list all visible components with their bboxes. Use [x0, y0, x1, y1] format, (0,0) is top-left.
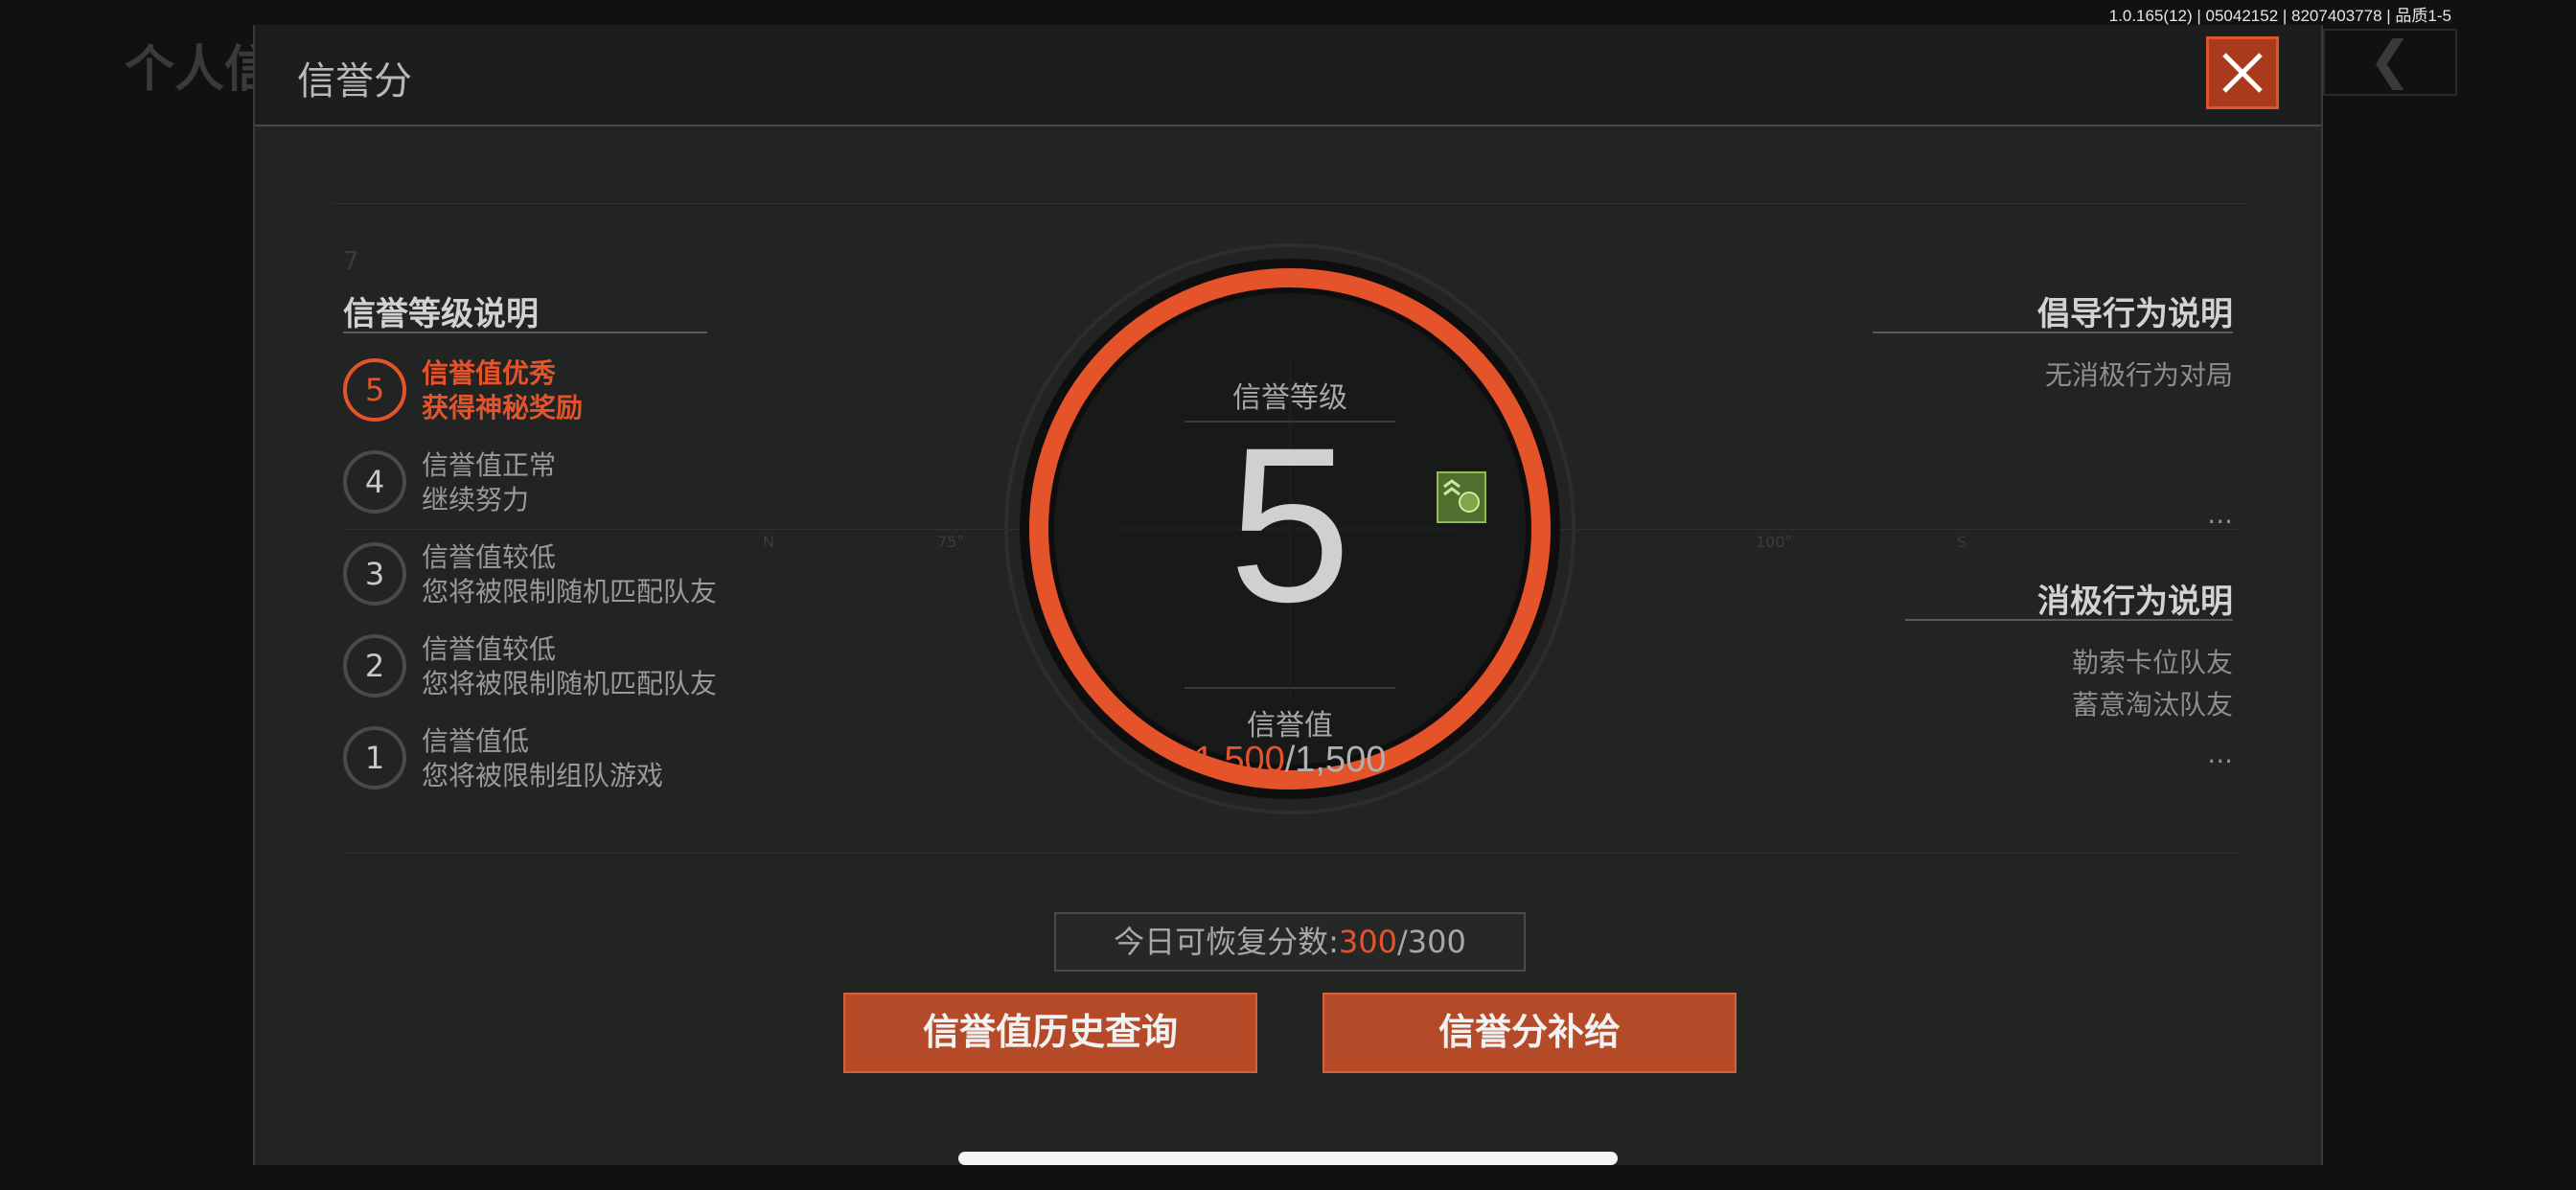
daily-recover-box: 今日可恢复分数:300/300	[1054, 912, 1526, 972]
score-current: 1,500	[1193, 740, 1285, 780]
level-item-3: 3 信誉值较低 您将被限制随机匹配队友	[343, 537, 841, 613]
level-title: 信誉值低	[422, 725, 530, 757]
score-label: 信誉值	[1247, 709, 1333, 743]
home-indicator[interactable]	[958, 1152, 1618, 1165]
level-description-heading: 信誉等级说明	[343, 295, 539, 333]
reputation-gauge: 信誉等级 5 信誉值 1,500/1,500	[1002, 241, 1577, 816]
level-item-1: 1 信誉值低 您将被限制组队游戏	[343, 721, 841, 797]
level-desc: 您将被限制随机匹配队友	[422, 576, 718, 607]
decor-number: 7	[343, 247, 359, 276]
negative-item: 蓄意淘汰队友	[2071, 689, 2233, 721]
level-ring: 5	[343, 358, 406, 422]
level-desc: 您将被限制随机匹配队友	[422, 668, 718, 699]
history-query-button[interactable]: 信誉值历史查询	[843, 993, 1257, 1073]
heading-divider	[1873, 332, 2233, 333]
score-max: /1,500	[1284, 740, 1387, 780]
recover-max: /300	[1397, 924, 1466, 960]
level-ring: 2	[343, 634, 406, 698]
score-value: 1,500/1,500	[1002, 740, 1577, 781]
dialog-header: 信誉分	[255, 25, 2321, 126]
decor-tick: S	[1957, 533, 1967, 551]
level-ring: 1	[343, 726, 406, 790]
heading-divider	[1905, 619, 2233, 621]
level-desc: 继续努力	[422, 484, 530, 515]
advocated-more[interactable]: ...	[2207, 498, 2233, 530]
background-back-button: ❮	[2323, 29, 2457, 96]
background-title: 个人信	[125, 41, 275, 99]
rank-badge-icon	[1437, 471, 1486, 523]
recover-label: 今日可恢复分数:	[1114, 924, 1339, 960]
negative-item: 勒索卡位队友	[2071, 647, 2233, 678]
negative-heading: 消极行为说明	[2037, 583, 2233, 621]
level-ring: 3	[343, 542, 406, 606]
decor-line	[343, 853, 2241, 854]
level-title: 信誉值正常	[422, 449, 557, 481]
level-desc: 您将被限制组队游戏	[422, 760, 664, 791]
close-button[interactable]	[2206, 36, 2279, 109]
reputation-dialog: 信誉分 N 75° 100° S 7 信誉等级说明 5 信誉值优秀 获得神秘奖励…	[253, 25, 2323, 1165]
close-icon	[2222, 53, 2263, 93]
dialog-title: 信誉分	[297, 59, 412, 103]
level-item-4: 4 信誉值正常 继续努力	[343, 445, 841, 521]
score-supply-button[interactable]: 信誉分补给	[1322, 993, 1736, 1073]
version-info: 1.0.165(12) | 05042152 | 8207403778 | 品质…	[2108, 7, 2451, 25]
level-desc: 获得神秘奖励	[422, 392, 584, 423]
decor-tick: 75°	[937, 533, 965, 551]
level-item-2: 2 信誉值较低 您将被限制随机匹配队友	[343, 629, 841, 705]
level-title: 信誉值较低	[422, 541, 557, 573]
recover-current: 300	[1338, 924, 1397, 960]
heading-divider	[343, 332, 707, 333]
decor-tick: 100°	[1756, 533, 1793, 551]
level-ring: 4	[343, 450, 406, 514]
level-title: 信誉值优秀	[422, 357, 557, 389]
level-item-5: 5 信誉值优秀 获得神秘奖励	[343, 353, 841, 429]
game-screen: 个人信 ❮ 1.0.165(12) | 05042152 | 820740377…	[0, 0, 2576, 1190]
decor-line	[332, 203, 2248, 204]
advocated-item: 无消极行为对局	[2044, 359, 2233, 391]
negative-more[interactable]: ...	[2207, 738, 2233, 769]
level-value: 5	[1229, 401, 1351, 648]
level-title: 信誉值较低	[422, 633, 557, 665]
advocated-heading: 倡导行为说明	[2037, 295, 2233, 333]
